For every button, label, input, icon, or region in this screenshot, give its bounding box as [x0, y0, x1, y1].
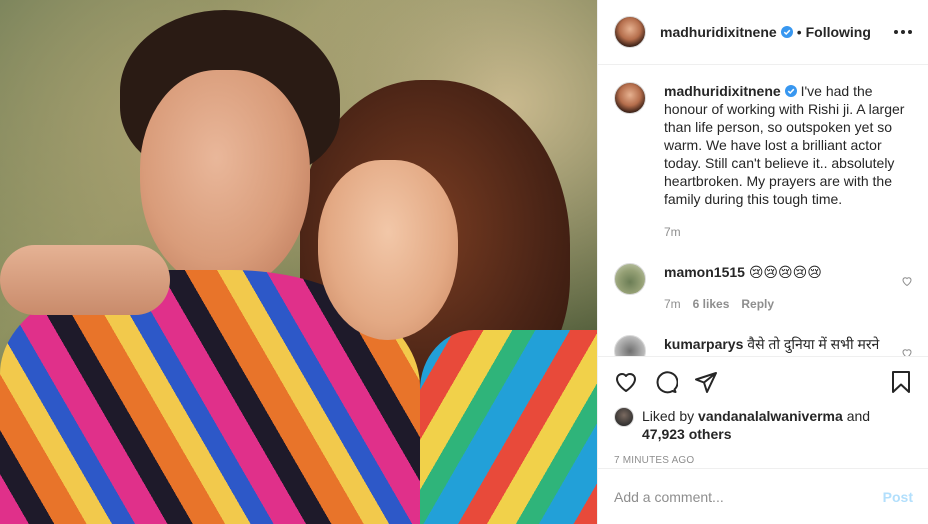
comment-reply-button[interactable]: Reply: [741, 295, 774, 313]
liked-by-and: and: [846, 408, 871, 424]
post-header: madhuridixitnene • Following: [598, 0, 928, 65]
comment-text: mamon1515 😢😢😢😢😢: [664, 263, 893, 281]
follow-separator: •: [796, 24, 802, 40]
liked-by-prefix: Liked by: [642, 408, 695, 424]
comment-item: kumarparys वैसे तो दुनिया में सभी मरने: [614, 335, 913, 356]
commenter-avatar[interactable]: [614, 335, 646, 356]
comment-item: mamon1515 😢😢😢😢😢 7m 6 likes Reply: [614, 263, 913, 313]
action-icons: [614, 367, 913, 397]
comment-icon[interactable]: [654, 370, 678, 394]
photo-man-face: [140, 70, 310, 290]
photo-woman-face: [318, 160, 458, 340]
caption-body: I've had the honour of working with Rish…: [664, 83, 905, 207]
author-name-row: madhuridixitnene • Following: [660, 24, 871, 40]
post-actions: Liked by vandanalalwaniverma and 47,923 …: [598, 356, 928, 466]
caption-author-username[interactable]: madhuridixitnene: [664, 83, 781, 99]
photo-woman-dress: [420, 330, 597, 524]
post-photo[interactable]: [0, 0, 597, 524]
add-comment-input[interactable]: Add a comment...: [614, 489, 883, 505]
liked-by-others[interactable]: 47,923 others: [642, 426, 732, 442]
share-icon[interactable]: [694, 370, 718, 394]
verified-badge-icon: [784, 85, 797, 97]
comment-likes[interactable]: 6 likes: [693, 295, 730, 313]
author-username[interactable]: madhuridixitnene: [660, 24, 777, 40]
comment-body: वैसे तो दुनिया में सभी मरने: [747, 336, 880, 352]
liked-by-row: Liked by vandanalalwaniverma and 47,923 …: [614, 407, 913, 443]
post-timestamp[interactable]: 7 MINUTES AGO: [614, 455, 913, 466]
bookmark-icon[interactable]: [889, 370, 913, 394]
caption-item: madhuridixitnene I've had the honour of …: [614, 82, 913, 241]
commenter-avatar[interactable]: [614, 263, 646, 295]
commenter-username[interactable]: mamon1515: [664, 264, 745, 280]
author-avatar[interactable]: [614, 16, 646, 48]
comment-text: kumarparys वैसे तो दुनिया में सभी मरने: [664, 335, 893, 353]
comment-body: 😢😢😢😢😢: [748, 264, 822, 280]
caption-author-avatar[interactable]: [614, 82, 646, 114]
verified-badge-icon: [780, 26, 793, 38]
post-side-panel: madhuridixitnene • Following madhuridixi…: [597, 0, 928, 524]
liker-avatar[interactable]: [614, 407, 634, 427]
caption-time: 7m: [664, 225, 681, 239]
post-comment-button[interactable]: Post: [883, 489, 913, 505]
following-button[interactable]: Following: [806, 24, 871, 40]
add-comment-bar: Add a comment... Post: [598, 468, 928, 524]
comments-list[interactable]: madhuridixitnene I've had the honour of …: [598, 66, 928, 356]
liked-by-user[interactable]: vandanalalwaniverma: [698, 408, 843, 424]
photo-arm: [0, 245, 170, 315]
liked-by-text: Liked by vandanalalwaniverma and 47,923 …: [642, 407, 870, 443]
commenter-username[interactable]: kumarparys: [664, 336, 743, 352]
caption-text: madhuridixitnene I've had the honour of …: [664, 82, 913, 208]
comment-like-heart-icon[interactable]: [901, 275, 913, 287]
more-options-icon[interactable]: [894, 30, 912, 34]
heart-icon[interactable]: [614, 370, 638, 394]
comment-like-heart-icon[interactable]: [901, 347, 913, 356]
comment-time: 7m: [664, 297, 681, 311]
